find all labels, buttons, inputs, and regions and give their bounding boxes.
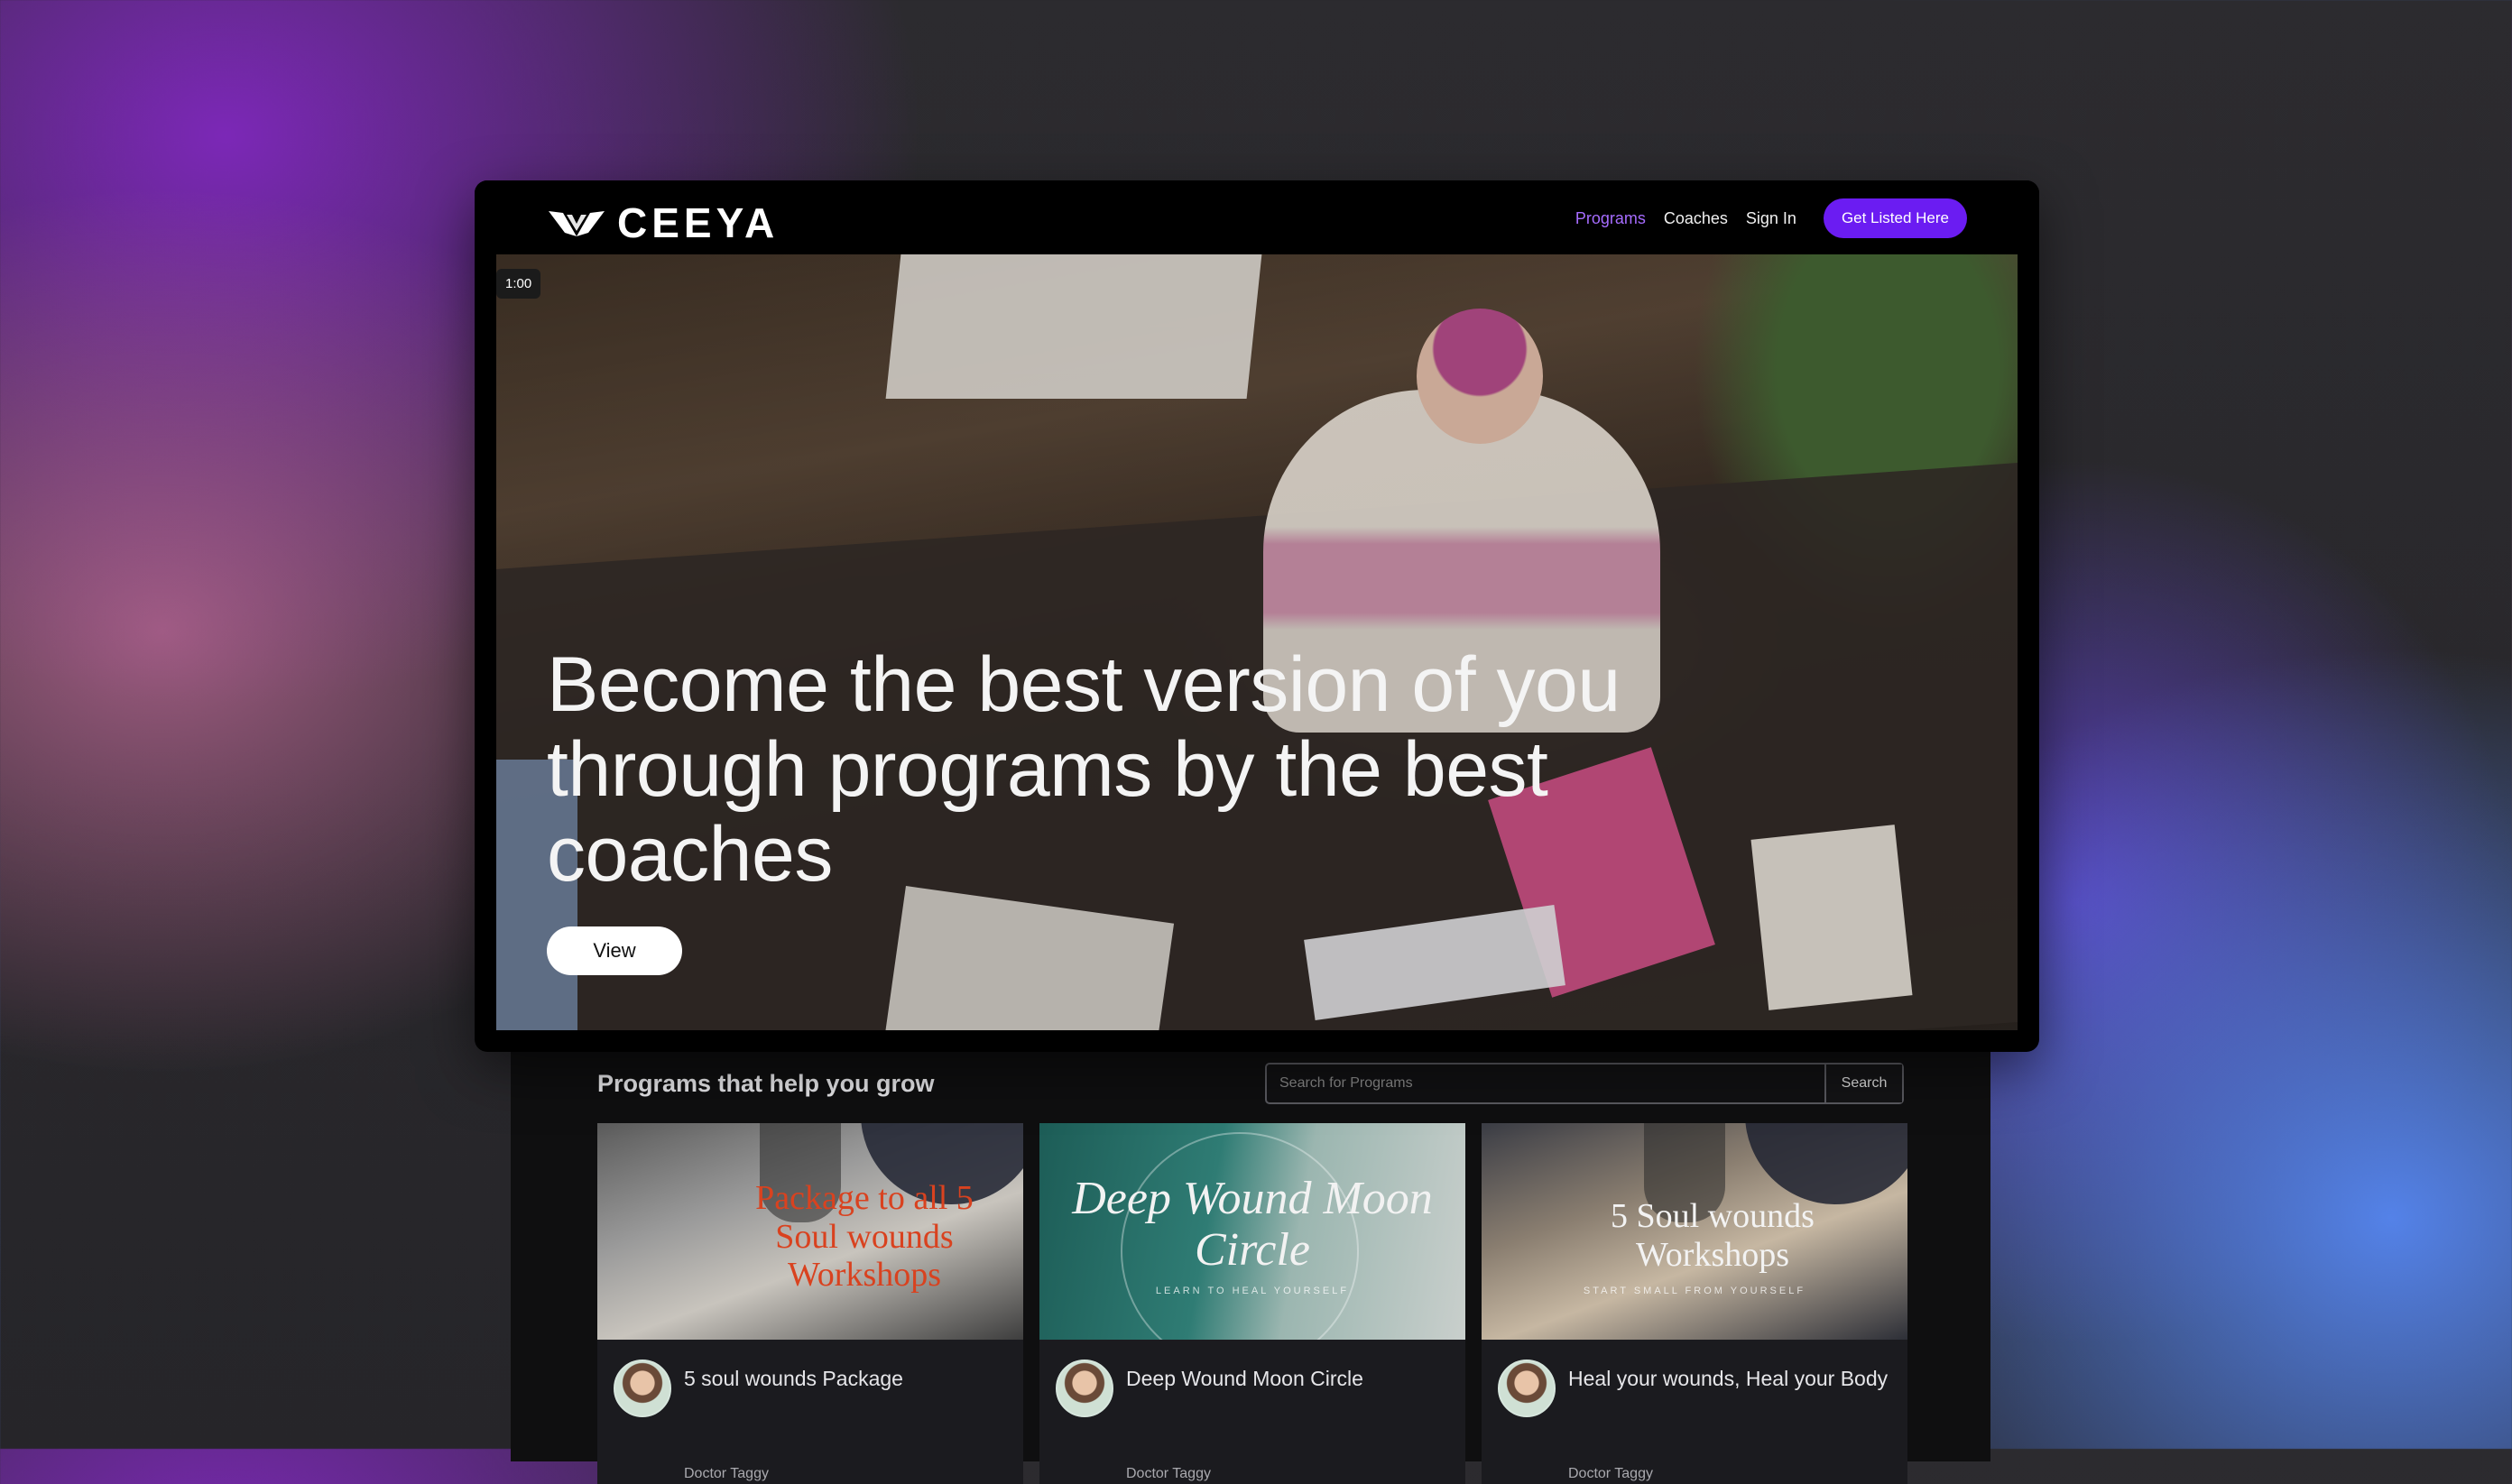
logo[interactable]: CEEYA xyxy=(547,198,779,247)
program-cards: Package to all 5 Soul wounds Workshops 5… xyxy=(597,1123,1907,1484)
card-body: Heal your wounds, Heal your Body Doctor … xyxy=(1482,1340,1907,1484)
programs-title: Programs that help you grow xyxy=(597,1070,935,1097)
thumbnail-subtext: START SMALL FROM YOURSELF xyxy=(1583,1286,1806,1296)
video-timer: 1:00 xyxy=(496,269,541,299)
nav-link-coaches[interactable]: Coaches xyxy=(1664,209,1728,228)
program-thumbnail: Package to all 5 Soul wounds Workshops xyxy=(597,1123,1023,1340)
card-title[interactable]: 5 soul wounds Package xyxy=(684,1367,903,1391)
brand-name: CEEYA xyxy=(617,199,780,246)
program-card[interactable]: 5 Soul wounds Workshops START SMALL FROM… xyxy=(1482,1123,1907,1484)
card-title[interactable]: Deep Wound Moon Circle xyxy=(1126,1367,1363,1391)
nav-link-sign-in[interactable]: Sign In xyxy=(1746,209,1796,228)
search-input[interactable] xyxy=(1267,1065,1824,1102)
person-head-image xyxy=(1417,309,1543,444)
notebook-image xyxy=(1750,825,1913,1010)
nav-link-programs[interactable]: Programs xyxy=(1575,209,1646,228)
programs-header: Programs that help you grow Search xyxy=(597,1063,1904,1108)
card-body: 5 soul wounds Package Doctor Taggy xyxy=(597,1340,1023,1484)
nav-links: Programs Coaches Sign In Get Listed Here xyxy=(1575,198,1967,238)
get-listed-button[interactable]: Get Listed Here xyxy=(1823,198,1967,238)
thumbnail-text: Deep Wound Moon Circle xyxy=(1072,1173,1433,1277)
hero-video[interactable]: 1:00 Become the best version of you thro… xyxy=(496,254,2018,1030)
avatar xyxy=(614,1360,671,1417)
thumbnail-subtext: LEARN TO HEAL YOURSELF xyxy=(1155,1286,1350,1296)
search-button[interactable]: Search xyxy=(1824,1065,1902,1102)
hero-heading: Become the best version of you through p… xyxy=(547,641,1621,898)
program-thumbnail: Deep Wound Moon Circle LEARN TO HEAL YOU… xyxy=(1039,1123,1465,1340)
program-thumbnail: 5 Soul wounds Workshops START SMALL FROM… xyxy=(1482,1123,1907,1340)
browser-window: CEEYA Programs Coaches Sign In Get Liste… xyxy=(475,180,2039,1052)
card-author: Doctor Taggy xyxy=(1126,1466,1211,1481)
hat-image xyxy=(1745,1123,1907,1204)
whiteboard-image xyxy=(885,254,1262,399)
thumbnail-text: Package to all 5 Soul wounds Workshops xyxy=(755,1179,974,1295)
card-title[interactable]: Heal your wounds, Heal your Body xyxy=(1568,1367,1888,1391)
card-author: Doctor Taggy xyxy=(1568,1466,1653,1481)
thumbnail-text: 5 Soul wounds Workshops xyxy=(1611,1197,1815,1274)
card-author: Doctor Taggy xyxy=(684,1466,769,1481)
avatar xyxy=(1056,1360,1113,1417)
view-button[interactable]: View xyxy=(547,926,682,975)
program-card[interactable]: Deep Wound Moon Circle LEARN TO HEAL YOU… xyxy=(1039,1123,1465,1484)
programs-section: Programs that help you grow Search Packa… xyxy=(511,992,1990,1484)
card-body: Deep Wound Moon Circle Doctor Taggy xyxy=(1039,1340,1465,1484)
navbar: CEEYA Programs Coaches Sign In Get Liste… xyxy=(475,180,2039,254)
program-search: Search xyxy=(1265,1063,1904,1104)
wings-logo-icon xyxy=(549,211,605,236)
avatar xyxy=(1498,1360,1556,1417)
program-card[interactable]: Package to all 5 Soul wounds Workshops 5… xyxy=(597,1123,1023,1484)
